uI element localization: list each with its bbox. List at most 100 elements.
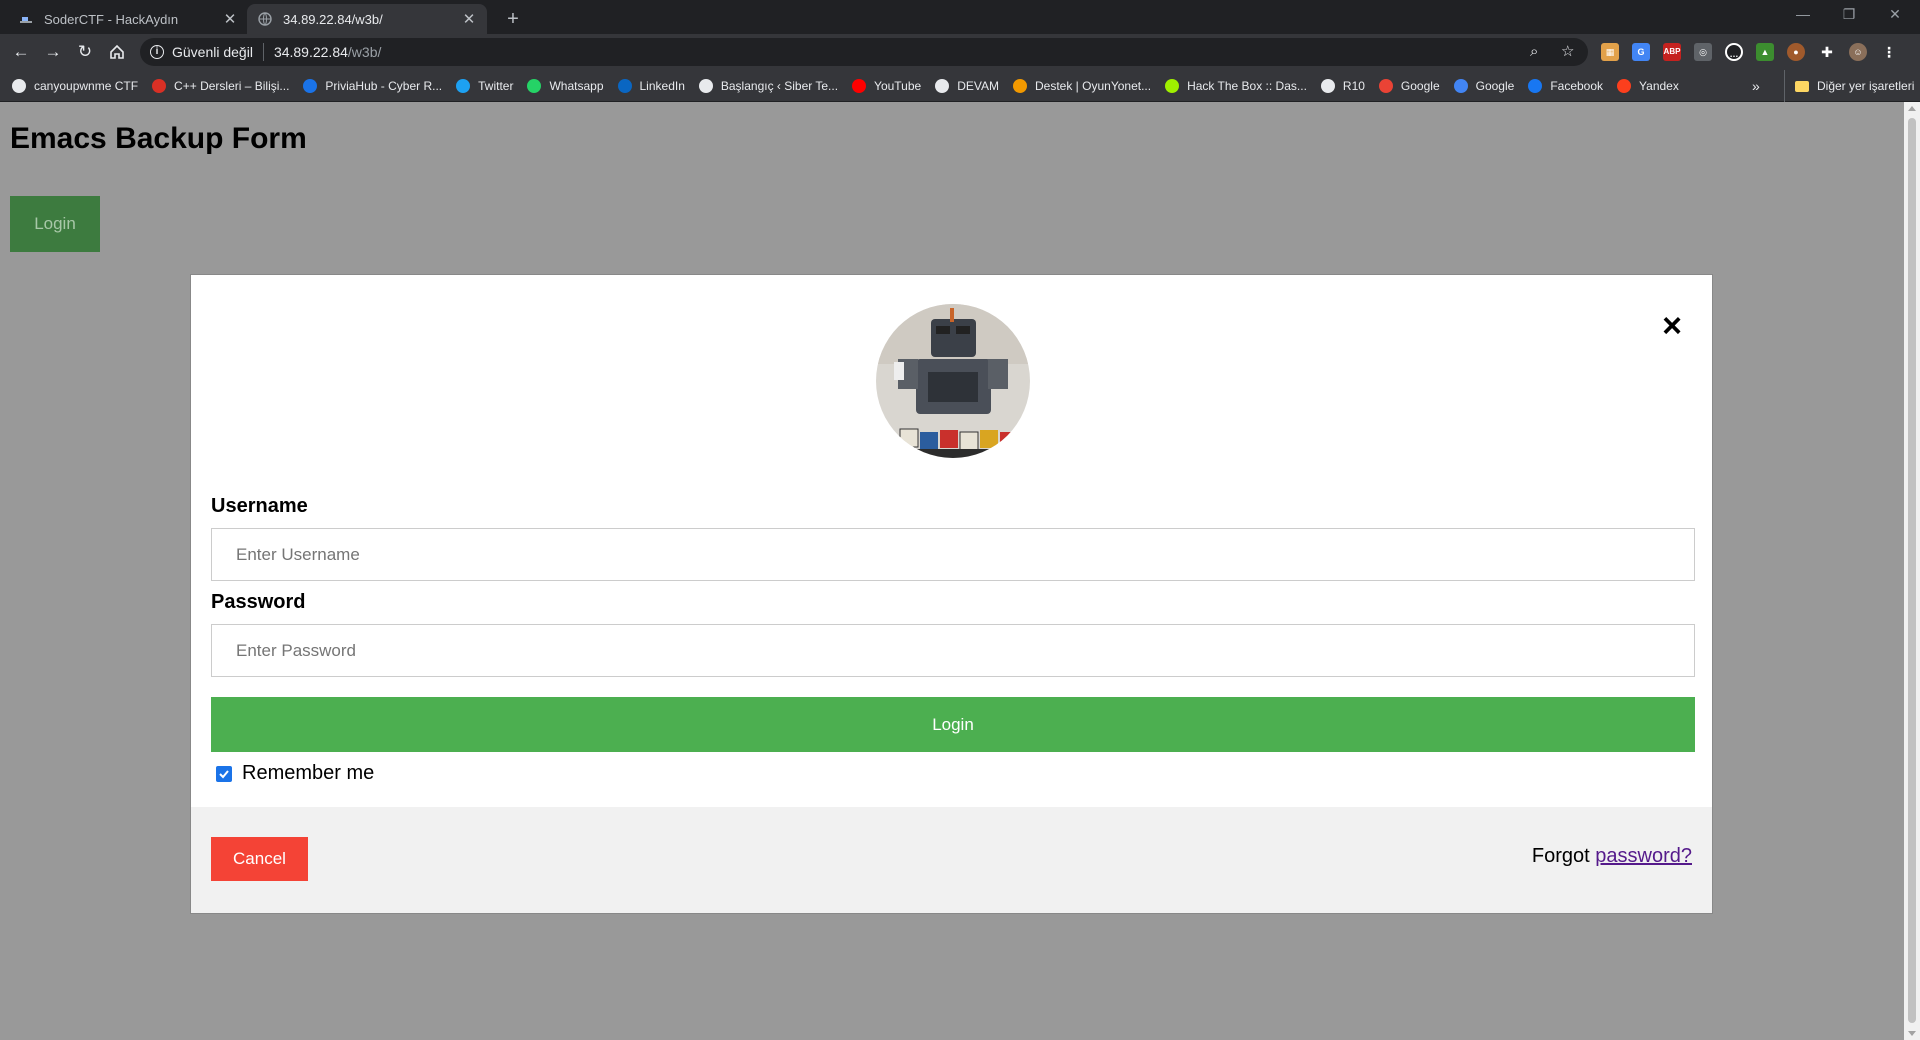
bookmark-item[interactable]: YouTube [852, 78, 922, 93]
password-input[interactable] [211, 624, 1695, 677]
bookmark-item[interactable]: C++ Dersleri – Bilişi... [152, 78, 289, 93]
new-tab-button[interactable]: + [500, 6, 526, 32]
facebook-icon [1528, 78, 1543, 93]
restore-icon[interactable]: ❐ [1826, 0, 1872, 30]
bookmark-item[interactable]: Facebook [1528, 78, 1603, 93]
cancel-button[interactable]: Cancel [211, 837, 308, 881]
login-modal: × Username Enter Username Password Login… [190, 274, 1713, 914]
extension-icon[interactable]: ▦ [1601, 43, 1619, 61]
gmail-icon [1378, 78, 1393, 93]
tab-strip: SoderCTF - HackAydın ✕ 34.89.22.84/w3b/ … [0, 0, 1920, 34]
flag-icon [18, 11, 34, 27]
username-label: Username [211, 495, 308, 517]
bookmark-item[interactable]: Hack The Box :: Das... [1165, 78, 1307, 93]
bookmark-item[interactable]: canyoupwnme CTF [12, 78, 139, 93]
remember-me-checkbox[interactable] [216, 765, 232, 782]
scrollbar[interactable] [1904, 102, 1920, 1040]
bookmark-label: Yandex [1639, 78, 1679, 93]
bookmarks-bar: canyoupwnme CTF C++ Dersleri – Bilişi... P… [0, 70, 1920, 102]
adblock-icon[interactable]: ABP [1663, 43, 1681, 61]
remember-me-label: Remember me [242, 762, 375, 784]
bookmark-item[interactable]: PriviaHub - Cyber R... [303, 78, 443, 93]
folder-icon [1795, 80, 1809, 92]
page-title: Emacs Backup Form [10, 122, 307, 155]
security-label[interactable]: Güvenli değil [172, 44, 253, 60]
puzzle-icon[interactable]: ✚ [1818, 43, 1836, 61]
forgot-password: Forgot password? [1532, 845, 1692, 868]
other-bookmarks[interactable]: Diğer yer işaretleri [1784, 70, 1914, 102]
bookmark-item[interactable]: Google [1378, 78, 1440, 93]
reload-icon[interactable]: ↻ [72, 40, 98, 64]
twitter-icon [456, 78, 471, 93]
bookmark-item[interactable]: Yandex [1617, 78, 1679, 93]
bookmark-item[interactable]: LinkedIn [617, 78, 685, 93]
star-icon[interactable]: ☆ [1561, 38, 1574, 66]
password-label: Password [211, 591, 306, 613]
forgot-text: Forgot [1531, 845, 1590, 867]
scroll-thumb[interactable] [1908, 118, 1916, 1023]
bookmark-item[interactable]: Başlangıç ‹ Siber Te... [698, 78, 839, 93]
bookmark-label: Google [1475, 78, 1515, 93]
divider [262, 43, 264, 61]
close-tab-icon[interactable]: ✕ [222, 10, 238, 28]
close-window-icon[interactable]: ✕ [1872, 0, 1918, 30]
bookmark-label: Whatsapp [549, 78, 604, 93]
url-host: 34.89.22.84 [273, 44, 348, 60]
whatsapp-icon [527, 78, 542, 93]
minimize-icon[interactable]: — [1780, 0, 1826, 30]
address-bar[interactable]: i Güvenli değil 34.89.22.84/w3b/ [140, 38, 1588, 66]
scroll-down-icon[interactable] [1908, 1031, 1916, 1036]
globe-icon [12, 78, 26, 93]
bookmark-label: Twitter [478, 78, 514, 93]
scroll-up-icon[interactable] [1908, 106, 1916, 111]
bookmark-label: canyoupwnme CTF [34, 78, 139, 93]
forgot-password-link[interactable]: password? [1595, 845, 1692, 867]
bookmark-label: YouTube [874, 78, 922, 93]
m-icon [1013, 78, 1027, 93]
bookmark-label: Destek | OyunYonet... [1035, 78, 1152, 93]
extension-icon[interactable]: ▲ [1756, 43, 1774, 61]
translate-icon[interactable]: G [1632, 43, 1650, 61]
avatar [876, 304, 1030, 458]
cookie-icon[interactable]: ● [1787, 43, 1805, 61]
bookmark-label: LinkedIn [639, 78, 685, 93]
youtube-icon [852, 78, 867, 93]
tab-soderctf[interactable]: SoderCTF - HackAydın ✕ [8, 4, 248, 34]
bookmark-item[interactable]: R10 [1320, 78, 1365, 93]
bookmarks-overflow-icon[interactable]: » [1752, 70, 1760, 102]
bookmark-label: Hack The Box :: Das... [1187, 78, 1307, 93]
extension-icon[interactable]: ◎ [1694, 43, 1712, 61]
bookmark-item[interactable]: Twitter [456, 78, 514, 93]
other-bookmarks-label: Diğer yer işaretleri [1817, 79, 1915, 93]
login-submit-button[interactable]: Login [211, 697, 1695, 752]
globe-icon [257, 11, 273, 27]
bookmark-item[interactable]: DEVAM [935, 78, 999, 93]
page-content: Emacs Backup Form Login × Username Enter… [0, 102, 1904, 1040]
forward-icon[interactable]: → [40, 40, 66, 64]
modal-footer: Cancel Forgot password? [191, 807, 1712, 913]
bookmark-label: Google [1400, 78, 1440, 93]
username-input[interactable] [211, 528, 1695, 581]
menu-icon[interactable]: ⋮ [1880, 43, 1898, 61]
bookmark-label: PriviaHub - Cyber R... [325, 78, 443, 93]
tab-title: SoderCTF - HackAydın [44, 11, 179, 27]
bookmark-label: Başlangıç ‹ Siber Te... [720, 78, 839, 93]
close-icon[interactable]: × [1662, 309, 1682, 343]
yandex-icon [1617, 78, 1632, 93]
bookmark-item[interactable]: Google [1453, 78, 1515, 93]
open-login-button[interactable]: Login [10, 196, 100, 252]
back-icon[interactable]: ← [8, 40, 34, 64]
home-icon[interactable] [104, 40, 130, 64]
bookmark-item[interactable]: Destek | OyunYonet... [1013, 78, 1152, 93]
login-form: Username Password Login Remember me [211, 495, 1695, 785]
bookmark-item[interactable]: Whatsapp [527, 78, 604, 93]
close-tab-icon[interactable]: ✕ [461, 10, 477, 28]
tab-w3b[interactable]: 34.89.22.84/w3b/ ✕ [247, 4, 487, 34]
avatar[interactable]: ☺ [1849, 43, 1867, 61]
info-icon[interactable]: i [150, 45, 164, 59]
zoom-icon[interactable]: ⌕ [1530, 38, 1538, 66]
bookmark-label: R10 [1342, 78, 1365, 93]
bookmark-label: DEVAM [957, 78, 999, 93]
extension-icon[interactable]: … [1725, 43, 1743, 61]
tab-title: 34.89.22.84/w3b/ [283, 11, 383, 27]
